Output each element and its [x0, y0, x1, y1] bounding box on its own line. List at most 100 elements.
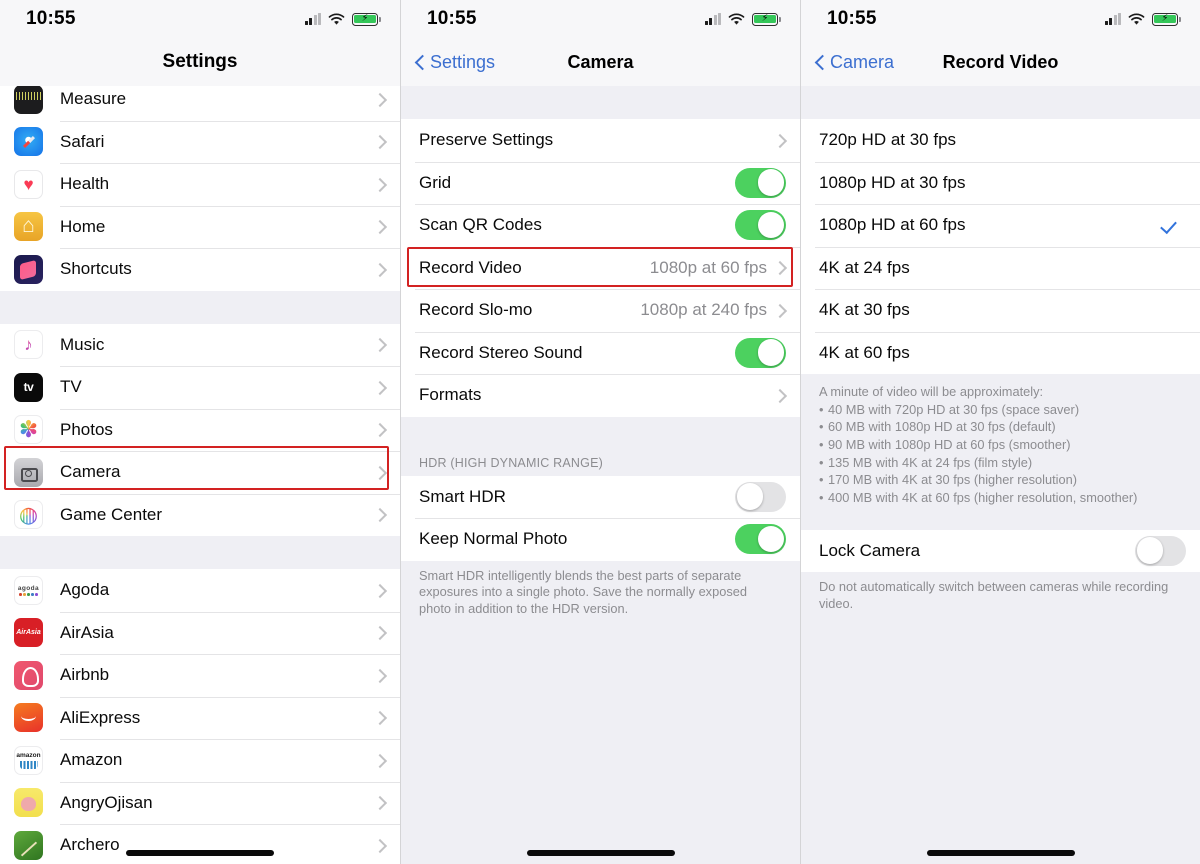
record-stereo-sound-toggle[interactable] — [735, 337, 786, 368]
row-label: Photos — [60, 419, 113, 439]
chevron-right-icon — [375, 753, 384, 768]
measure-app-icon — [14, 86, 43, 114]
sidebar-item-angryojisan[interactable]: AngryOjisan — [0, 781, 400, 824]
screen-camera-settings: 10:55 ⚡ Settings Camera Preserve Setting… — [400, 0, 800, 864]
footnote-item: 40 MB with 720p HD at 30 fps (space save… — [819, 401, 1178, 419]
keep-normal-photo-toggle[interactable] — [735, 524, 786, 555]
status-bar-icons: ⚡ — [304, 12, 381, 26]
status-bar-time: 10:55 — [427, 8, 477, 29]
grid-toggle[interactable] — [735, 167, 786, 198]
chevron-right-icon — [375, 262, 384, 277]
option-1080p-60[interactable]: 1080p HD at 60 fps — [801, 204, 1200, 247]
row-grid[interactable]: Grid — [401, 161, 800, 204]
three-phone-screenshots: 10:55 ⚡ Settings Measure Safari ♥ Health… — [0, 0, 1200, 864]
sidebar-item-home[interactable]: Home — [0, 205, 400, 248]
back-button-label: Camera — [830, 51, 895, 72]
sidebar-item-game-center[interactable]: Game Center — [0, 493, 400, 536]
row-label: Airbnb — [60, 665, 110, 685]
camera-settings-list[interactable]: Preserve Settings Grid Scan QR Codes Rec… — [401, 86, 800, 864]
row-preserve-settings[interactable]: Preserve Settings — [401, 119, 800, 162]
screen-record-video: 10:55 ⚡ Camera Record Video 720p HD at 3… — [800, 0, 1200, 864]
sidebar-item-health[interactable]: Health — [0, 163, 400, 206]
sidebar-item-measure[interactable]: Measure — [0, 86, 400, 121]
status-bar-icons: ⚡ — [704, 12, 781, 26]
footnote-smart-hdr: Smart HDR intelligently blends the best … — [419, 567, 747, 617]
option-720p-30[interactable]: 720p HD at 30 fps — [801, 119, 1200, 162]
row-smart-hdr[interactable]: Smart HDR — [401, 475, 800, 518]
row-lock-camera[interactable]: Lock Camera — [801, 529, 1200, 573]
chevron-right-icon — [375, 795, 384, 810]
sidebar-item-agoda[interactable]: agoda Agoda — [0, 569, 400, 612]
top-spacer — [801, 86, 1200, 119]
option-1080p-30[interactable]: 1080p HD at 30 fps — [801, 161, 1200, 204]
nav-bar-record-video: Camera Record Video — [801, 38, 1200, 86]
sidebar-item-music[interactable]: Music — [0, 323, 400, 366]
sidebar-item-aliexpress[interactable]: AliExpress — [0, 696, 400, 739]
checkmark-icon — [1164, 217, 1180, 233]
chevron-right-icon — [375, 337, 384, 352]
option-4k-30[interactable]: 4K at 30 fps — [801, 289, 1200, 332]
sidebar-item-amazon[interactable]: amazon Amazon — [0, 739, 400, 782]
row-label: Record Slo-mo — [419, 300, 533, 320]
sidebar-item-camera[interactable]: Camera — [0, 451, 400, 494]
chevron-left-icon — [815, 53, 826, 71]
scan-qr-codes-toggle[interactable] — [735, 210, 786, 241]
row-value: 1080p at 240 fps — [640, 300, 767, 320]
row-label: Amazon — [60, 750, 123, 770]
sidebar-item-shortcuts[interactable]: Shortcuts — [0, 248, 400, 291]
chevron-right-icon — [775, 388, 784, 403]
sidebar-item-tv[interactable]: TV — [0, 366, 400, 409]
lock-camera-spacer — [801, 506, 1200, 530]
tv-app-icon — [14, 372, 43, 402]
angryojisan-app-icon — [14, 788, 43, 818]
health-app-icon — [14, 169, 43, 199]
row-keep-normal-photo[interactable]: Keep Normal Photo — [401, 518, 800, 561]
lock-camera-group: Lock Camera — [801, 529, 1200, 573]
battery-charging-icon: ⚡ — [1152, 12, 1181, 26]
option-4k-24[interactable]: 4K at 24 fps — [801, 246, 1200, 289]
row-label: Agoda — [60, 580, 110, 600]
row-record-slo-mo[interactable]: Record Slo-mo 1080p at 240 fps — [401, 289, 800, 332]
option-4k-60[interactable]: 4K at 60 fps — [801, 331, 1200, 374]
agoda-app-icon: agoda — [14, 575, 43, 605]
row-scan-qr-codes[interactable]: Scan QR Codes — [401, 204, 800, 247]
settings-list[interactable]: Measure Safari Health Home — [0, 86, 400, 864]
lock-camera-toggle[interactable] — [1135, 535, 1186, 566]
chevron-right-icon — [775, 303, 784, 318]
row-record-video[interactable]: Record Video 1080p at 60 fps — [401, 246, 800, 289]
row-label: TV — [60, 377, 82, 397]
back-button-settings[interactable]: Settings — [415, 52, 495, 73]
row-record-stereo-sound[interactable]: Record Stereo Sound — [401, 331, 800, 374]
status-bar-icons: ⚡ — [1104, 12, 1181, 26]
chevron-right-icon — [375, 177, 384, 192]
wifi-icon — [1128, 12, 1145, 25]
sidebar-item-airbnb[interactable]: Airbnb — [0, 654, 400, 697]
sidebar-item-airasia[interactable]: AirAsia — [0, 611, 400, 654]
smart-hdr-toggle[interactable] — [735, 481, 786, 512]
row-label: Health — [60, 174, 110, 194]
chevron-right-icon — [775, 133, 784, 148]
camera-group-1: Preserve Settings Grid Scan QR Codes Rec… — [401, 119, 800, 417]
row-label: Home — [60, 216, 106, 236]
row-label: 1080p HD at 60 fps — [819, 215, 966, 235]
home-indicator — [926, 850, 1075, 856]
section-header-hdr: HDR (HIGH DYNAMIC RANGE) — [419, 455, 603, 470]
sidebar-item-archero[interactable]: Archero — [0, 824, 400, 864]
home-app-icon — [14, 212, 43, 242]
status-bar-time: 10:55 — [26, 8, 76, 29]
chevron-right-icon — [375, 507, 384, 522]
sidebar-item-safari[interactable]: Safari — [0, 120, 400, 163]
settings-group-2: Music TV Photos Camera — [0, 323, 400, 536]
chevron-left-icon — [415, 53, 426, 71]
battery-charging-icon: ⚡ — [352, 12, 381, 26]
row-formats[interactable]: Formats — [401, 374, 800, 417]
chevron-right-icon — [375, 422, 384, 437]
row-label: Music — [60, 334, 105, 354]
sidebar-item-photos[interactable]: Photos — [0, 408, 400, 451]
back-button-camera[interactable]: Camera — [815, 52, 894, 73]
cellular-signal-icon — [1104, 13, 1121, 25]
record-video-list[interactable]: 720p HD at 30 fps 1080p HD at 30 fps 108… — [801, 86, 1200, 864]
camera-app-icon — [14, 457, 43, 487]
row-label: Shortcuts — [60, 259, 132, 279]
row-label: Safari — [60, 131, 105, 151]
